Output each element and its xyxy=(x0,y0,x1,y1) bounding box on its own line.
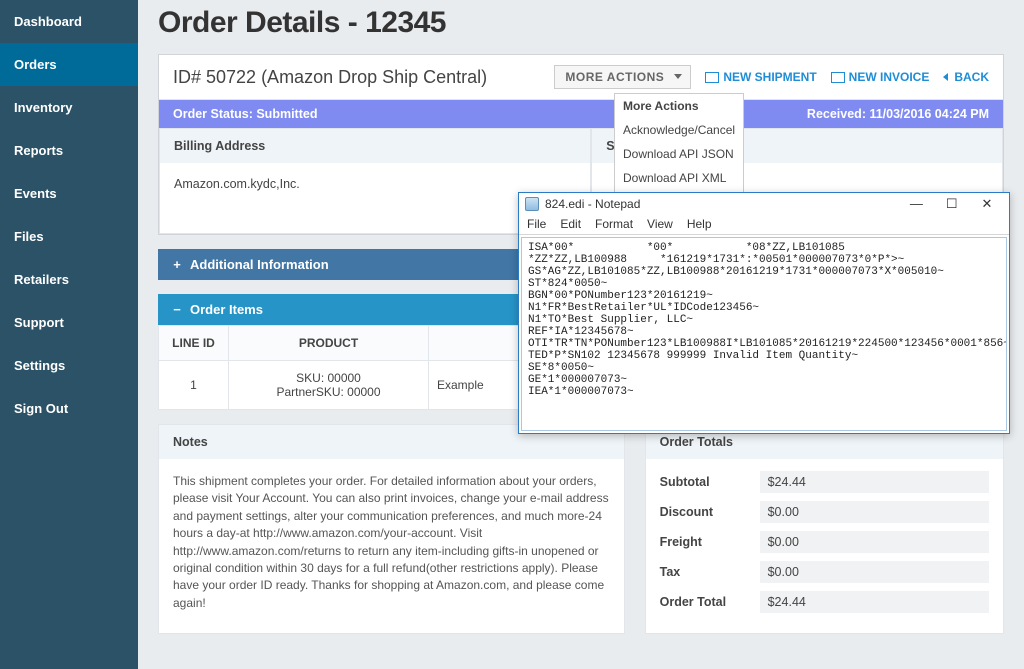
new-invoice-label: NEW INVOICE xyxy=(849,70,930,84)
menu-edit[interactable]: Edit xyxy=(560,217,581,231)
status-bar: Order Status: Submitted Received: 11/03/… xyxy=(159,100,1003,128)
sidebar-item-settings[interactable]: Settings xyxy=(0,344,138,387)
tax-value: $0.00 xyxy=(760,561,989,583)
sidebar-item-dashboard[interactable]: Dashboard xyxy=(0,0,138,43)
sidebar: Dashboard Orders Inventory Reports Event… xyxy=(0,0,138,669)
freight-value: $0.00 xyxy=(760,531,989,553)
notepad-icon xyxy=(525,197,539,211)
back-button[interactable]: BACK xyxy=(943,70,989,84)
order-status-label: Order Status: Submitted xyxy=(173,107,317,121)
notepad-window[interactable]: 824.edi - Notepad — ☐ ✕ File Edit Format… xyxy=(518,192,1010,434)
sidebar-item-signout[interactable]: Sign Out xyxy=(0,387,138,430)
billing-address-heading: Billing Address xyxy=(160,129,590,163)
discount-label: Discount xyxy=(660,505,760,519)
dropdown-item-acknowledge[interactable]: Acknowledge/Cancel xyxy=(615,118,743,142)
total-row-subtotal: Subtotal $24.44 xyxy=(660,471,989,493)
product-sku: SKU: 00000 xyxy=(237,371,420,385)
menu-file[interactable]: File xyxy=(527,217,546,231)
total-row-discount: Discount $0.00 xyxy=(660,501,989,523)
order-items-label: Order Items xyxy=(190,302,263,317)
subtotal-value: $24.44 xyxy=(760,471,989,493)
sidebar-item-reports[interactable]: Reports xyxy=(0,129,138,172)
menu-format[interactable]: Format xyxy=(595,217,633,231)
back-label: BACK xyxy=(954,70,989,84)
more-actions-dropdown[interactable]: MORE ACTIONS xyxy=(554,65,691,89)
notepad-menubar: File Edit Format View Help xyxy=(519,215,1009,235)
notepad-title: 824.edi - Notepad xyxy=(545,197,640,211)
shipment-icon xyxy=(705,72,719,83)
total-row-freight: Freight $0.00 xyxy=(660,531,989,553)
sidebar-item-files[interactable]: Files xyxy=(0,215,138,258)
invoice-icon xyxy=(831,72,845,83)
dropdown-item-api-json[interactable]: Download API JSON xyxy=(615,142,743,166)
subtotal-label: Subtotal xyxy=(660,475,760,489)
product-partnersku: PartnerSKU: 00000 xyxy=(237,385,420,399)
col-line-id: LINE ID xyxy=(159,326,229,361)
more-actions-label: MORE ACTIONS xyxy=(565,70,664,84)
cell-line-id: 1 xyxy=(159,361,229,410)
order-total-label: Order Total xyxy=(660,595,760,609)
notes-panel: Notes This shipment completes your order… xyxy=(158,424,625,634)
discount-value: $0.00 xyxy=(760,501,989,523)
col-product: PRODUCT xyxy=(229,326,429,361)
dropdown-item-api-xml[interactable]: Download API XML xyxy=(615,166,743,190)
notepad-text-area[interactable]: ISA*00* *00* *08*ZZ,LB101085 *ZZ*ZZ,LB10… xyxy=(521,237,1007,431)
sidebar-item-support[interactable]: Support xyxy=(0,301,138,344)
new-shipment-button[interactable]: NEW SHIPMENT xyxy=(705,70,816,84)
menu-help[interactable]: Help xyxy=(687,217,712,231)
totals-panel: Order Totals Subtotal $24.44 Discount $0… xyxy=(645,424,1004,634)
total-row-tax: Tax $0.00 xyxy=(660,561,989,583)
sidebar-item-orders[interactable]: Orders xyxy=(0,43,138,86)
chevron-left-icon xyxy=(943,73,948,81)
sidebar-item-retailers[interactable]: Retailers xyxy=(0,258,138,301)
plus-icon: + xyxy=(172,257,182,272)
maximize-button[interactable]: ☐ xyxy=(936,196,968,212)
total-row-order-total: Order Total $24.44 xyxy=(660,591,989,613)
tax-label: Tax xyxy=(660,565,760,579)
page-title: Order Details - 12345 xyxy=(158,6,1004,40)
order-id-label: ID# 50722 (Amazon Drop Ship Central) xyxy=(173,67,487,88)
order-header: ID# 50722 (Amazon Drop Ship Central) MOR… xyxy=(159,55,1003,100)
menu-view[interactable]: View xyxy=(647,217,673,231)
cell-product: SKU: 00000 PartnerSKU: 00000 xyxy=(229,361,429,410)
freight-label: Freight xyxy=(660,535,760,549)
sidebar-item-events[interactable]: Events xyxy=(0,172,138,215)
minus-icon: − xyxy=(172,302,182,317)
additional-info-label: Additional Information xyxy=(190,257,329,272)
minimize-button[interactable]: — xyxy=(900,196,932,211)
close-button[interactable]: ✕ xyxy=(971,196,1003,212)
new-invoice-button[interactable]: NEW INVOICE xyxy=(831,70,930,84)
notes-body: This shipment completes your order. For … xyxy=(159,459,624,626)
chevron-down-icon xyxy=(674,74,682,79)
new-shipment-label: NEW SHIPMENT xyxy=(723,70,816,84)
order-received-label: Received: 11/03/2016 04:24 PM xyxy=(807,107,989,121)
sidebar-item-inventory[interactable]: Inventory xyxy=(0,86,138,129)
notepad-titlebar[interactable]: 824.edi - Notepad — ☐ ✕ xyxy=(519,193,1009,215)
order-total-value: $24.44 xyxy=(760,591,989,613)
totals-body: Subtotal $24.44 Discount $0.00 Freight $… xyxy=(646,459,1003,633)
dropdown-header: More Actions xyxy=(615,94,743,118)
